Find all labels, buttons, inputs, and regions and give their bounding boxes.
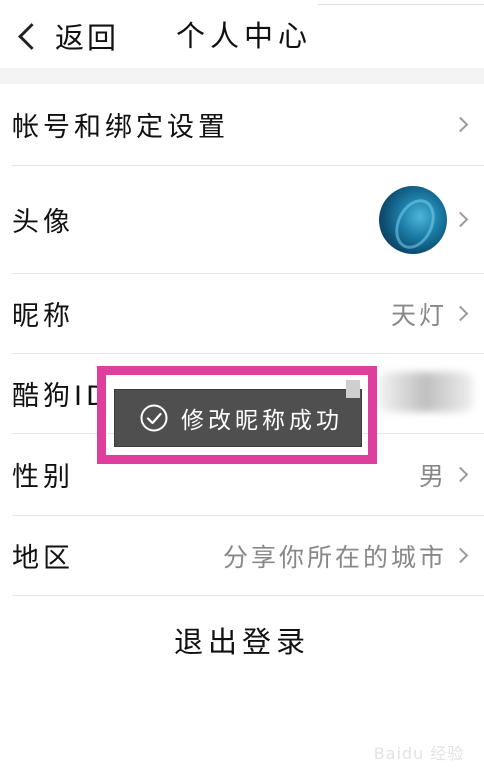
row-right: 男: [419, 457, 484, 493]
chevron-right-icon: [452, 211, 469, 228]
back-label: 返回: [55, 21, 120, 55]
watermark-text: Baidu 经验: [373, 744, 465, 763]
row-right: 分享你所在的城市: [223, 538, 484, 574]
row-label: 性别: [12, 462, 74, 493]
watermark: Baidu 经验: [366, 728, 472, 776]
row-right: 天灯: [391, 296, 484, 332]
gender-value: 男: [418, 461, 447, 491]
row-label: 帐号和绑定设置: [12, 112, 229, 143]
avatar[interactable]: [379, 185, 447, 254]
row-right: [452, 116, 484, 133]
row-avatar[interactable]: 头像: [12, 166, 484, 274]
back-button[interactable]: 返回: [14, 14, 119, 58]
kugou-id-value-blurred: [378, 372, 473, 412]
row-label: 酷狗ID: [12, 381, 111, 412]
toast: 修改昵称成功: [114, 389, 362, 447]
chevron-left-icon: [18, 22, 45, 50]
row-label: 地区: [12, 543, 74, 574]
nickname-value: 天灯: [390, 300, 447, 330]
row-label: 头像: [12, 207, 74, 238]
logout-button[interactable]: 退出登录: [0, 600, 484, 680]
chevron-right-icon: [452, 305, 469, 322]
row-region[interactable]: 地区 分享你所在的城市: [12, 516, 484, 596]
region-value: 分享你所在的城市: [222, 542, 447, 572]
row-label: 昵称: [12, 301, 74, 332]
scrollbar: [346, 380, 360, 398]
header: 返回 个人中心: [0, 0, 484, 68]
divider: [318, 4, 484, 5]
toast-message: 修改昵称成功: [181, 408, 343, 434]
check-circle-icon: [140, 404, 168, 432]
section-gap: [0, 68, 484, 84]
logout-label: 退出登录: [173, 625, 310, 659]
page-title: 个人中心: [176, 19, 313, 53]
row-account-binding[interactable]: 帐号和绑定设置: [12, 84, 484, 166]
chevron-right-icon: [452, 547, 469, 564]
row-nickname[interactable]: 昵称 天灯: [12, 274, 484, 354]
row-right: [379, 185, 484, 254]
chevron-right-icon: [452, 466, 469, 483]
chevron-right-icon: [452, 116, 469, 133]
